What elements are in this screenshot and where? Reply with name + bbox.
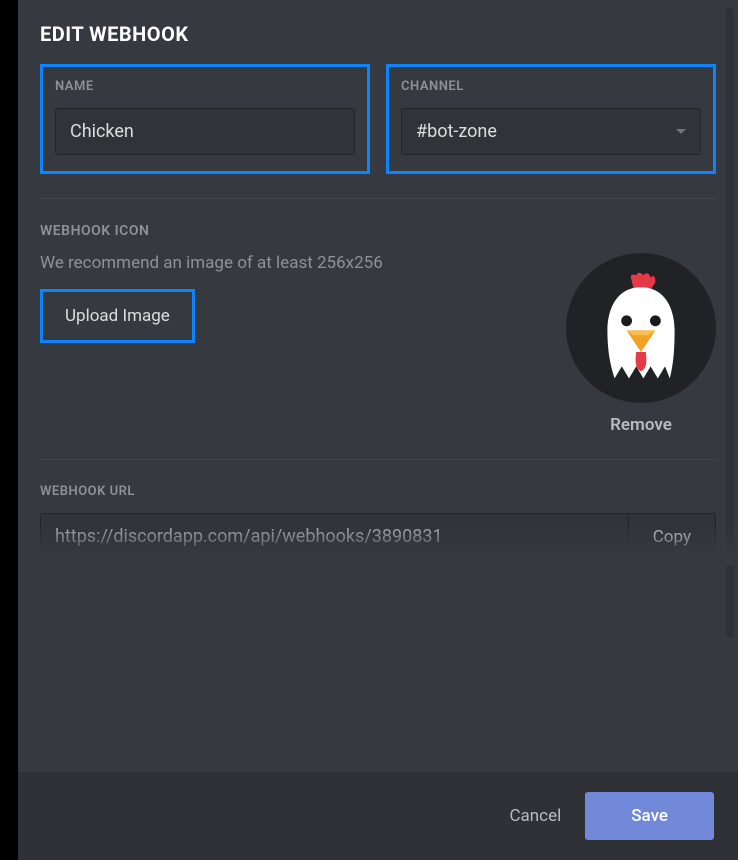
icon-right-column: Remove bbox=[566, 253, 716, 435]
webhook-url-label: WEBHOOK URL bbox=[40, 484, 716, 499]
channel-field-group: CHANNEL #bot-zone bbox=[386, 64, 716, 174]
webhook-url-input[interactable]: https://discordapp.com/api/webhooks/3890… bbox=[40, 513, 628, 560]
webhook-icon-section: WEBHOOK ICON We recommend an image of at… bbox=[40, 223, 716, 435]
divider bbox=[40, 198, 716, 199]
name-channel-row: NAME CHANNEL #bot-zone bbox=[40, 64, 716, 174]
copy-url-button[interactable]: Copy bbox=[628, 513, 716, 560]
channel-select-value: #bot-zone bbox=[416, 121, 497, 142]
name-field-group: NAME bbox=[40, 64, 370, 174]
modal-title: EDIT WEBHOOK bbox=[40, 22, 716, 46]
save-button[interactable]: Save bbox=[585, 792, 714, 840]
cancel-button[interactable]: Cancel bbox=[509, 806, 561, 826]
webhook-url-section: WEBHOOK URL https://discordapp.com/api/w… bbox=[40, 484, 716, 560]
webhook-avatar[interactable] bbox=[566, 253, 716, 403]
webhook-icon-label: WEBHOOK ICON bbox=[40, 223, 716, 239]
edit-webhook-modal: EDIT WEBHOOK NAME CHANNEL #bot-zone WEBH… bbox=[18, 0, 738, 860]
remove-avatar-button[interactable]: Remove bbox=[610, 415, 672, 435]
scrollbar[interactable] bbox=[726, 8, 734, 638]
channel-select[interactable]: #bot-zone bbox=[401, 108, 701, 155]
divider bbox=[40, 459, 716, 460]
upload-image-button[interactable]: Upload Image bbox=[40, 289, 195, 343]
name-input[interactable] bbox=[55, 108, 355, 155]
modal-body: EDIT WEBHOOK NAME CHANNEL #bot-zone WEBH… bbox=[18, 0, 738, 772]
modal-footer: Cancel Save bbox=[18, 772, 738, 860]
chevron-down-icon bbox=[676, 129, 686, 134]
channel-label: CHANNEL bbox=[401, 79, 701, 94]
icon-help-text: We recommend an image of at least 256x25… bbox=[40, 253, 546, 273]
name-label: NAME bbox=[55, 79, 355, 94]
chicken-icon bbox=[581, 268, 701, 388]
icon-left-column: We recommend an image of at least 256x25… bbox=[40, 253, 546, 343]
